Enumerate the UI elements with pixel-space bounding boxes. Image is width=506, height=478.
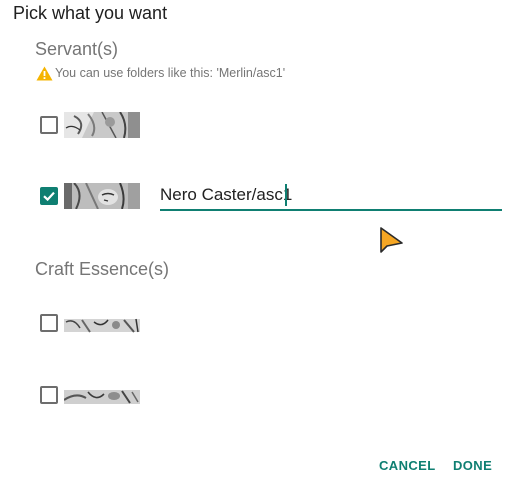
servant-1-checkbox[interactable] <box>40 116 58 134</box>
servant-2-thumbnail <box>64 182 140 210</box>
folder-name-field[interactable] <box>160 181 502 211</box>
craft-essence-row-1 <box>40 308 140 338</box>
craft-essence-1-checkbox[interactable] <box>40 314 58 332</box>
servant-row-2 <box>40 181 140 211</box>
craft-essence-row-2 <box>40 380 140 410</box>
warning-icon <box>36 66 53 81</box>
craft-essence-2-checkbox[interactable] <box>40 386 58 404</box>
mouse-pointer-icon <box>378 225 404 257</box>
craft-essence-2-thumbnail <box>63 382 140 408</box>
pick-dialog: Pick what you want Servant(s) You can us… <box>0 0 506 478</box>
servant-1-thumbnail <box>64 111 140 139</box>
craft-essence-1-thumbnail <box>64 310 140 336</box>
done-button[interactable]: DONE <box>453 458 492 474</box>
servants-section-title: Servant(s) <box>35 39 119 59</box>
folder-hint-text: You can use folders like this: 'Merlin/a… <box>55 66 286 80</box>
craft-essences-section-title: Craft Essence(s) <box>35 259 170 279</box>
text-caret <box>285 184 287 206</box>
folder-hint: You can use folders like this: 'Merlin/a… <box>36 65 285 81</box>
check-icon <box>43 191 55 202</box>
servant-row-1 <box>40 110 140 140</box>
servant-2-checkbox[interactable] <box>40 187 58 205</box>
cancel-button[interactable]: CANCEL <box>379 458 436 474</box>
dialog-title: Pick what you want <box>13 3 168 23</box>
folder-name-input[interactable] <box>160 185 502 205</box>
